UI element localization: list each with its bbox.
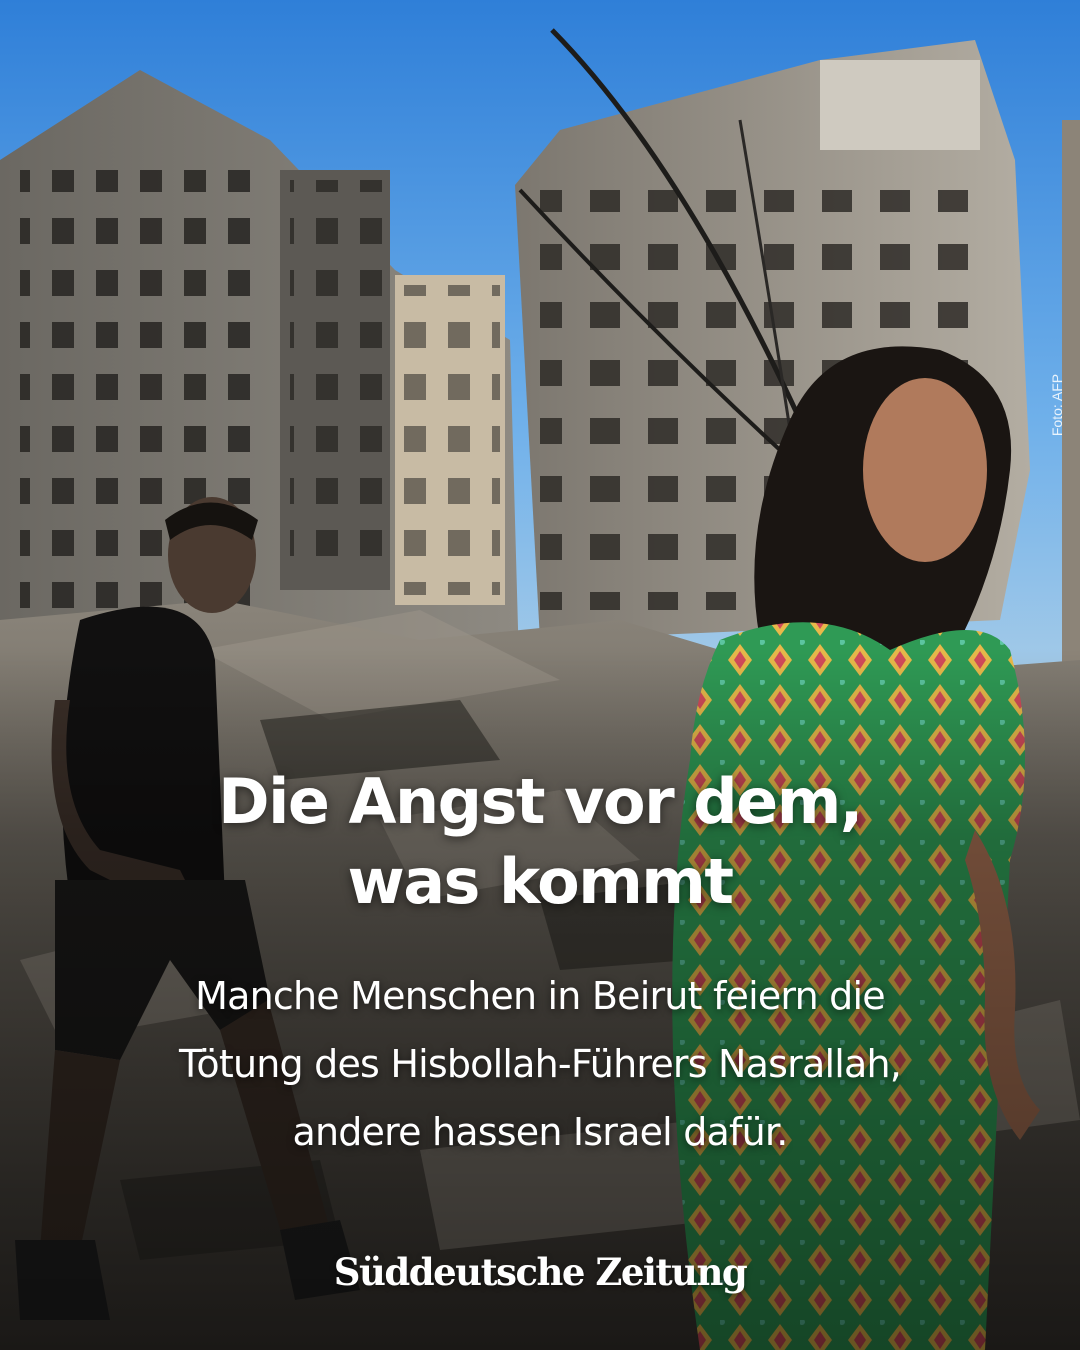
subtitle-line: Tötung des Hisbollah-Führers Nasrallah, bbox=[178, 1042, 902, 1086]
instagram-post: Foto: AFP Die Angst vor dem, was kommt M… bbox=[0, 0, 1080, 1350]
headline-line: Die Angst vor dem, bbox=[218, 765, 863, 838]
photo-credit: Foto: AFP bbox=[1049, 373, 1065, 437]
subtitle: Manche Menschen in Beirut feiern die Töt… bbox=[90, 962, 990, 1166]
subtitle-line: Manche Menschen in Beirut feiern die bbox=[195, 974, 885, 1018]
headline: Die Angst vor dem, was kommt bbox=[0, 762, 1080, 922]
subtitle-line: andere hassen Israel dafür. bbox=[292, 1110, 788, 1154]
publisher-logo: Süddeutsche Zeitung bbox=[333, 1250, 748, 1294]
headline-line: was kommt bbox=[347, 845, 734, 918]
